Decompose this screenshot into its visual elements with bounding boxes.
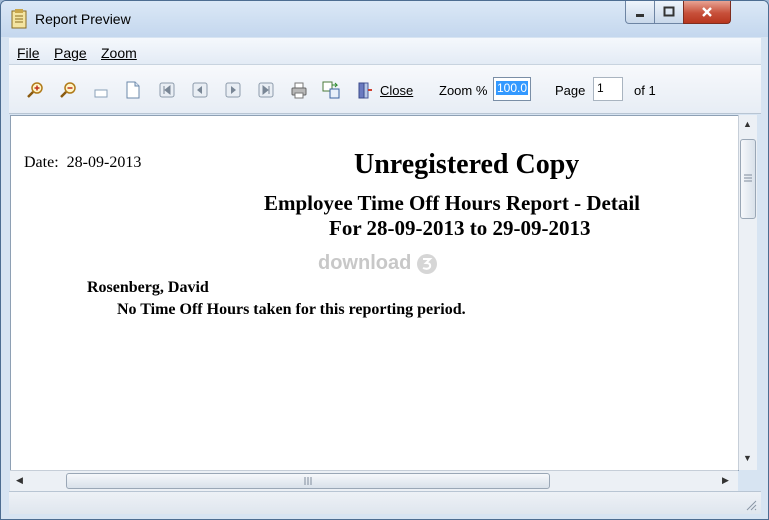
page-label: Page <box>555 83 586 98</box>
export-icon[interactable] <box>322 81 340 99</box>
horizontal-scrollbar[interactable]: ◀ ▶ <box>10 470 738 491</box>
close-icon <box>702 7 712 17</box>
report-preview-window: Report Preview File Page Zoom Close Zoom… <box>0 0 769 520</box>
page-count-label: of 1 <box>634 83 656 98</box>
report-date: Date: 28-09-2013 <box>24 154 141 172</box>
logo-badge-icon <box>417 254 438 275</box>
employee-name: Rosenberg, David <box>87 279 209 296</box>
vertical-scrollbar[interactable]: ▲ ▼ <box>738 115 757 470</box>
menu-file-label: File <box>17 45 40 61</box>
horizontal-scroll-thumb[interactable] <box>66 473 550 489</box>
zoom-input[interactable]: 100.0 <box>493 77 531 101</box>
exit-door-icon[interactable] <box>356 81 374 99</box>
date-value: 28-09-2013 <box>66 154 142 171</box>
scroll-left-icon[interactable]: ◀ <box>16 475 23 486</box>
first-page-icon[interactable] <box>158 81 176 99</box>
close-window-button[interactable] <box>683 1 731 24</box>
print-icon[interactable] <box>290 81 308 99</box>
menu-page[interactable]: Page <box>54 45 87 61</box>
whole-page-icon[interactable] <box>124 81 142 99</box>
status-bar <box>9 491 761 514</box>
close-button[interactable]: Close <box>380 83 413 98</box>
page-width-icon[interactable] <box>92 81 110 99</box>
scroll-down-icon[interactable]: ▼ <box>743 453 752 463</box>
menu-zoom[interactable]: Zoom <box>101 45 137 61</box>
zoom-in-icon[interactable] <box>26 81 44 99</box>
unregistered-watermark: Unregistered Copy <box>354 149 580 180</box>
vertical-scroll-thumb[interactable] <box>740 139 756 219</box>
report-date-range: For 28-09-2013 to 29-09-2013 <box>329 216 591 240</box>
window-title: Report Preview <box>35 11 131 27</box>
grip-icon <box>744 174 752 182</box>
next-page-icon[interactable] <box>224 81 242 99</box>
menu-page-label: Page <box>54 45 87 61</box>
zoom-value: 100.0 <box>496 81 529 95</box>
scroll-right-icon[interactable]: ▶ <box>722 475 729 486</box>
zoom-label: Zoom % <box>439 83 488 98</box>
report-page: Date: 28-09-2013 Unregistered Copy Emplo… <box>10 115 739 471</box>
date-label: Date: <box>24 154 59 171</box>
toolbar: Close Zoom % 100.0 Page 1 of 1 <box>9 65 761 114</box>
grip-icon <box>304 477 312 485</box>
menu-zoom-label: Zoom <box>101 45 137 61</box>
logo-text: download <box>318 252 412 274</box>
minimize-button[interactable] <box>625 1 655 24</box>
resize-grip-icon[interactable] <box>745 499 757 511</box>
menu-bar: File Page Zoom <box>9 38 761 65</box>
maximize-button[interactable] <box>654 1 684 24</box>
minimize-icon <box>636 14 644 17</box>
download-logo: download <box>318 252 438 275</box>
last-page-icon[interactable] <box>257 81 275 99</box>
scroll-up-icon[interactable]: ▲ <box>743 119 752 129</box>
menu-file[interactable]: File <box>17 45 40 61</box>
report-title: Employee Time Off Hours Report - Detail <box>264 191 641 215</box>
employee-note: No Time Off Hours taken for this reporti… <box>117 301 466 318</box>
zoom-out-icon[interactable] <box>59 81 77 99</box>
maximize-icon <box>663 6 675 17</box>
previous-page-icon[interactable] <box>191 81 209 99</box>
report-icon <box>11 9 27 29</box>
page-value: 1 <box>597 81 604 95</box>
page-input[interactable]: 1 <box>593 77 623 101</box>
close-button-label: Close <box>380 83 414 98</box>
title-bar[interactable]: Report Preview <box>1 1 768 37</box>
